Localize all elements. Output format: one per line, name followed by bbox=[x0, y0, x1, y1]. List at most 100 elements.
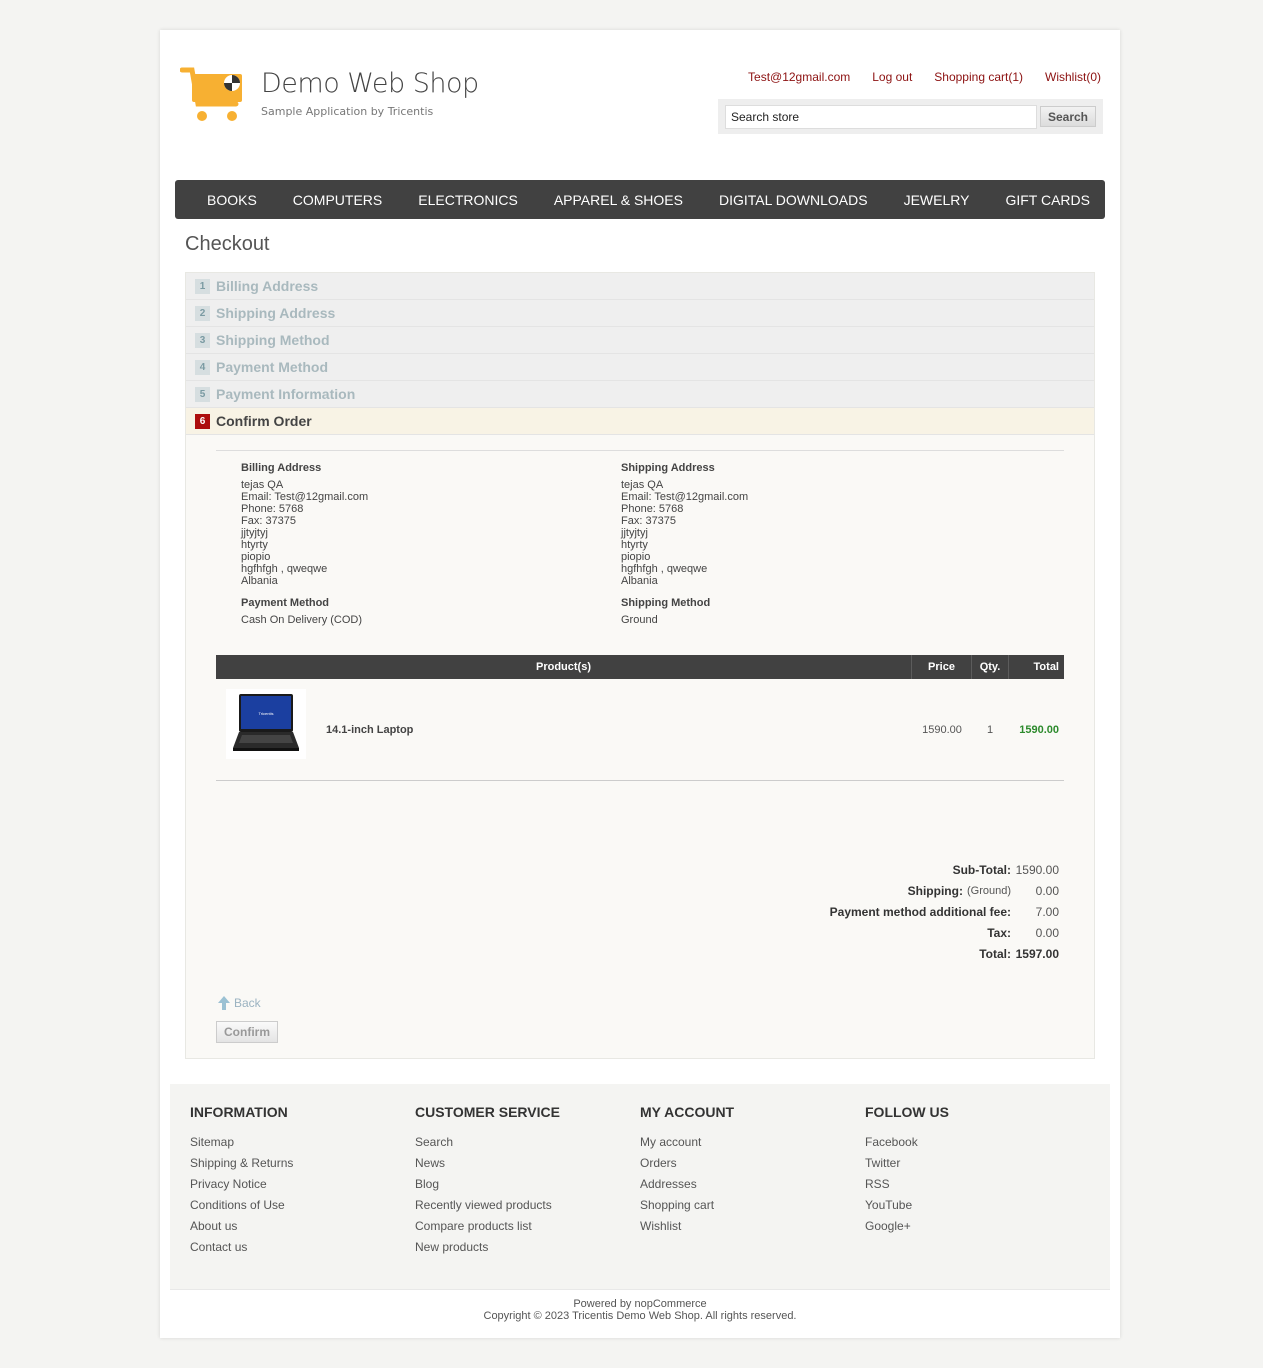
nav-item-gift-cards[interactable]: GIFT CARDS bbox=[987, 192, 1108, 208]
account-link[interactable]: Test@12gmail.com bbox=[748, 70, 850, 84]
site-title: Demo Web Shop bbox=[261, 68, 479, 99]
footer: INFORMATION Sitemap Shipping & Returns P… bbox=[170, 1084, 1110, 1289]
billing-info: Billing Address tejas QA Email: Test@12g… bbox=[241, 462, 368, 587]
shipping-method-info: Shipping Method Ground bbox=[621, 597, 710, 626]
billing-heading: Billing Address bbox=[241, 462, 322, 474]
shipping-method-note: (Ground) bbox=[966, 884, 1011, 897]
search-box: Search bbox=[718, 99, 1103, 134]
step-label: Payment Information bbox=[216, 386, 356, 402]
laptop-screen-brand: Tricentis bbox=[259, 711, 274, 716]
footer-link-wishlist[interactable]: Wishlist bbox=[640, 1219, 734, 1240]
billing-address-line: piopio bbox=[241, 551, 271, 563]
step-payment-information[interactable]: 5 Payment Information bbox=[186, 381, 1094, 408]
powered-by[interactable]: Powered by nopCommerce bbox=[160, 1298, 1120, 1310]
wishlist-link[interactable]: Wishlist(0) bbox=[1045, 70, 1101, 84]
confirm-button[interactable]: Confirm bbox=[216, 1021, 278, 1043]
shipping-address-line: piopio bbox=[621, 551, 651, 563]
nav-item-jewelry[interactable]: JEWELRY bbox=[886, 192, 988, 208]
footer-link-conditions[interactable]: Conditions of Use bbox=[190, 1198, 293, 1219]
table-header: Product(s) Price Qty. Total bbox=[216, 655, 1064, 679]
back-label: Back bbox=[234, 996, 261, 1010]
footer-heading: MY ACCOUNT bbox=[640, 1104, 735, 1120]
shipping-email: Email: Test@12gmail.com bbox=[621, 491, 749, 503]
step-number: 6 bbox=[195, 414, 210, 429]
step-shipping-method[interactable]: 3 Shipping Method bbox=[186, 327, 1094, 354]
logo[interactable]: Demo Web Shop Sample Application by Tric… bbox=[180, 66, 500, 126]
step-label: Payment Method bbox=[216, 359, 329, 375]
tax-label: Tax: bbox=[987, 925, 1011, 940]
footer-heading: FOLLOW US bbox=[865, 1104, 949, 1120]
up-arrow-icon bbox=[218, 996, 230, 1010]
step-billing-address[interactable]: 1 Billing Address bbox=[186, 273, 1094, 300]
step-number: 2 bbox=[195, 306, 210, 321]
product-qty: 1 bbox=[986, 724, 994, 736]
copyright: Copyright © 2023 Tricentis Demo Web Shop… bbox=[483, 1310, 797, 1322]
footer-column-my-account: MY ACCOUNT My account Orders Addresses S… bbox=[640, 1104, 734, 1240]
nav-item-electronics[interactable]: ELECTRONICS bbox=[400, 192, 536, 208]
tax-row: Tax: 0.00 bbox=[799, 922, 1059, 943]
total-value: 1597.00 bbox=[1015, 946, 1059, 961]
footer-link-facebook[interactable]: Facebook bbox=[865, 1135, 949, 1156]
header-price: Price bbox=[912, 655, 972, 679]
footer-column-information: INFORMATION Sitemap Shipping & Returns P… bbox=[190, 1104, 293, 1261]
nav-item-digital-downloads[interactable]: DIGITAL DOWNLOADS bbox=[701, 192, 886, 208]
shipping-row: Shipping: (Ground) 0.00 bbox=[799, 880, 1059, 901]
footer-link-addresses[interactable]: Addresses bbox=[640, 1177, 734, 1198]
cart-table: Product(s) Price Qty. Total Tricentis 14… bbox=[216, 655, 1064, 781]
footer-link-news[interactable]: News bbox=[415, 1156, 560, 1177]
checkout-panel: 1 Billing Address 2 Shipping Address 3 S… bbox=[185, 272, 1095, 1059]
divider bbox=[170, 1289, 1110, 1290]
search-button[interactable]: Search bbox=[1040, 106, 1096, 127]
payment-method-info: Payment Method Cash On Delivery (COD) bbox=[241, 597, 362, 626]
footer-column-follow-us: FOLLOW US Facebook Twitter RSS YouTube G… bbox=[865, 1104, 949, 1240]
footer-link-privacy[interactable]: Privacy Notice bbox=[190, 1177, 293, 1198]
footer-heading: INFORMATION bbox=[190, 1104, 288, 1120]
shipping-city: hgfhfgh , qweqwe bbox=[621, 563, 708, 575]
shipping-fax: Fax: 37375 bbox=[621, 515, 677, 527]
logout-link[interactable]: Log out bbox=[872, 70, 912, 84]
nav-item-books[interactable]: BOOKS bbox=[189, 192, 275, 208]
footer-link-my-account[interactable]: My account bbox=[640, 1135, 734, 1156]
footer-link-blog[interactable]: Blog bbox=[415, 1177, 560, 1198]
product-name-link[interactable]: 14.1-inch Laptop bbox=[326, 724, 413, 736]
billing-phone: Phone: 5768 bbox=[241, 503, 304, 515]
footer-link-youtube[interactable]: YouTube bbox=[865, 1198, 949, 1219]
step-shipping-address[interactable]: 2 Shipping Address bbox=[186, 300, 1094, 327]
footer-link-search[interactable]: Search bbox=[415, 1135, 560, 1156]
footer-link-rss[interactable]: RSS bbox=[865, 1177, 949, 1198]
shopping-cart-logo-icon bbox=[180, 67, 242, 121]
nav-item-apparel-shoes[interactable]: APPAREL & SHOES bbox=[536, 192, 701, 208]
footer-link-about[interactable]: About us bbox=[190, 1219, 293, 1240]
total-row: Total: 1597.00 bbox=[799, 943, 1059, 964]
payment-method-value: Cash On Delivery (COD) bbox=[241, 614, 363, 626]
footer-link-new-products[interactable]: New products bbox=[415, 1240, 560, 1261]
nav-item-computers[interactable]: COMPUTERS bbox=[275, 192, 400, 208]
footer-link-contact[interactable]: Contact us bbox=[190, 1240, 293, 1261]
footer-link-orders[interactable]: Orders bbox=[640, 1156, 734, 1177]
product-image[interactable]: Tricentis bbox=[226, 689, 306, 759]
step-payment-method[interactable]: 4 Payment Method bbox=[186, 354, 1094, 381]
subtotal-label: Sub-Total: bbox=[952, 862, 1011, 877]
tax-value: 0.00 bbox=[1035, 925, 1059, 940]
back-link[interactable]: Back bbox=[218, 996, 261, 1010]
step-number: 4 bbox=[195, 360, 210, 375]
step-number: 1 bbox=[195, 279, 210, 294]
total-label: Total: bbox=[979, 946, 1011, 961]
footer-link-sitemap[interactable]: Sitemap bbox=[190, 1135, 293, 1156]
shopping-cart-link[interactable]: Shopping cart(1) bbox=[934, 70, 1023, 84]
search-input[interactable] bbox=[725, 105, 1037, 129]
shipping-name: tejas QA bbox=[621, 479, 664, 491]
shipping-address-line: htyrty bbox=[621, 539, 648, 551]
billing-email: Email: Test@12gmail.com bbox=[241, 491, 369, 503]
footer-link-compare[interactable]: Compare products list bbox=[415, 1219, 560, 1240]
footer-link-twitter[interactable]: Twitter bbox=[865, 1156, 949, 1177]
step-label: Billing Address bbox=[216, 278, 319, 294]
footer-link-shipping-returns[interactable]: Shipping & Returns bbox=[190, 1156, 293, 1177]
header-total: Total bbox=[1033, 661, 1059, 673]
footer-link-shopping-cart[interactable]: Shopping cart bbox=[640, 1198, 734, 1219]
footer-link-google-plus[interactable]: Google+ bbox=[865, 1219, 949, 1240]
step-number: 3 bbox=[195, 333, 210, 348]
step-number: 5 bbox=[195, 387, 210, 402]
billing-name: tejas QA bbox=[241, 479, 284, 491]
footer-link-recently-viewed[interactable]: Recently viewed products bbox=[415, 1198, 560, 1219]
